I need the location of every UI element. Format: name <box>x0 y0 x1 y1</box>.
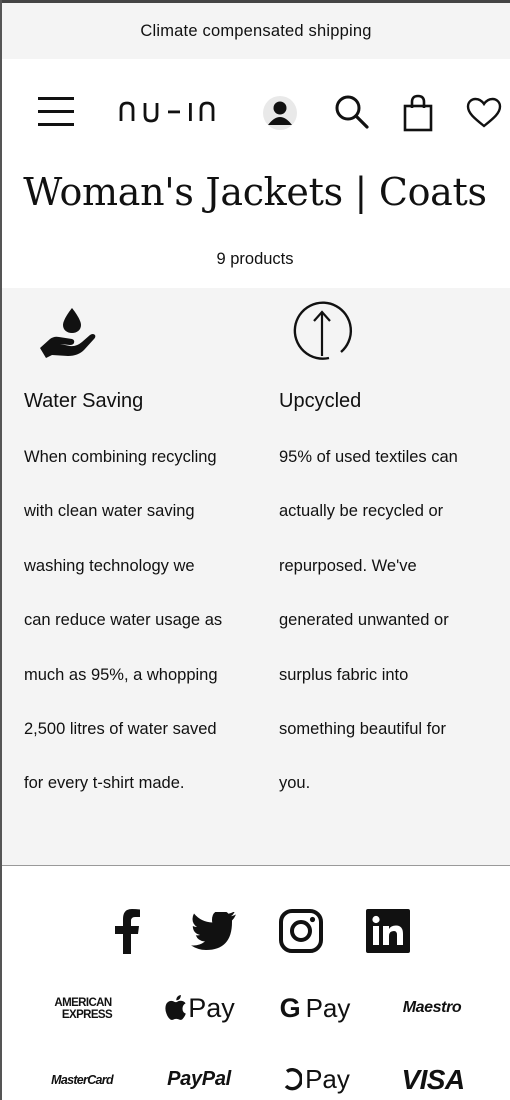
o-pay-label: Pay <box>305 1063 350 1094</box>
o-pay-logo: Pay <box>276 1060 356 1098</box>
maestro-logo: Maestro <box>392 992 472 1024</box>
amex-line1: AMERICAN <box>54 997 112 1009</box>
feature-line: 2,500 litres of water saved <box>24 720 217 739</box>
water-drop-hand-icon <box>38 304 96 363</box>
facebook-icon[interactable] <box>96 900 158 962</box>
linkedin-icon[interactable] <box>357 900 419 962</box>
search-icon[interactable] <box>330 91 374 133</box>
o-pay-icon <box>284 1068 303 1091</box>
upcycle-arrow-icon <box>291 300 353 367</box>
social-links <box>0 900 510 962</box>
feature-description: 95% of used textiles can actually be rec… <box>279 430 494 811</box>
site-logo[interactable] <box>118 95 218 127</box>
amex-line2: EXPRESS <box>61 1009 113 1021</box>
feature-line: for every t-shirt made. <box>24 774 185 793</box>
announcement-bar: Climate compensated shipping <box>2 3 510 59</box>
mastercard-label: MasterCard <box>51 1073 113 1087</box>
feature-line: When combining recycling <box>24 448 217 466</box>
google-g-icon: G <box>279 992 301 1023</box>
product-count: 9 products <box>216 250 294 268</box>
page-title: Woman's Jackets | Coats <box>23 170 487 214</box>
account-icon[interactable] <box>258 93 302 133</box>
feature-line: washing technology we <box>24 556 195 575</box>
feature-line: can reduce water usage as <box>24 611 223 630</box>
mastercard-logo: MasterCard <box>40 1064 124 1096</box>
apple-icon <box>165 995 187 1020</box>
apple-pay-logo: Pay <box>160 990 240 1026</box>
twitter-icon[interactable] <box>183 900 245 962</box>
shopping-bag-icon[interactable] <box>398 91 438 135</box>
apple-pay-label: Pay <box>188 992 235 1023</box>
paypal-logo: PayPal <box>158 1062 240 1096</box>
feature-title: Upcycled <box>279 390 362 412</box>
google-pay-label: Pay <box>305 992 351 1023</box>
feature-line: you. <box>279 774 311 793</box>
heart-icon[interactable] <box>462 93 506 133</box>
visa-logo: VISA <box>394 1060 472 1100</box>
maestro-label: Maestro <box>402 999 462 1016</box>
sustainability-features: Water Saving When combining recycling wi… <box>2 288 510 866</box>
paypal-label: PayPal <box>167 1067 231 1090</box>
feature-line: much as 95%, a whopping <box>24 665 218 684</box>
feature-line: actually be recycled or <box>279 502 444 521</box>
google-pay-logo: G Pay <box>276 990 354 1026</box>
feature-line: repurposed. We've <box>279 556 417 575</box>
feature-line: 95% of used textiles can <box>279 448 458 466</box>
feature-line: generated unwanted or <box>279 611 449 630</box>
visa-label: VISA <box>401 1064 466 1095</box>
feature-title: Water Saving <box>24 390 144 412</box>
announcement-text: Climate compensated shipping <box>140 21 372 40</box>
site-header <box>2 59 510 169</box>
hamburger-menu-icon[interactable] <box>34 93 78 129</box>
feature-line: something beautiful for <box>279 720 446 739</box>
feature-line: surplus fabric into <box>279 665 409 684</box>
instagram-icon[interactable] <box>270 900 332 962</box>
feature-line: with clean water saving <box>24 502 195 521</box>
feature-description: When combining recycling with clean wate… <box>24 430 239 811</box>
amex-logo: AMERICAN EXPRESS <box>44 992 122 1026</box>
